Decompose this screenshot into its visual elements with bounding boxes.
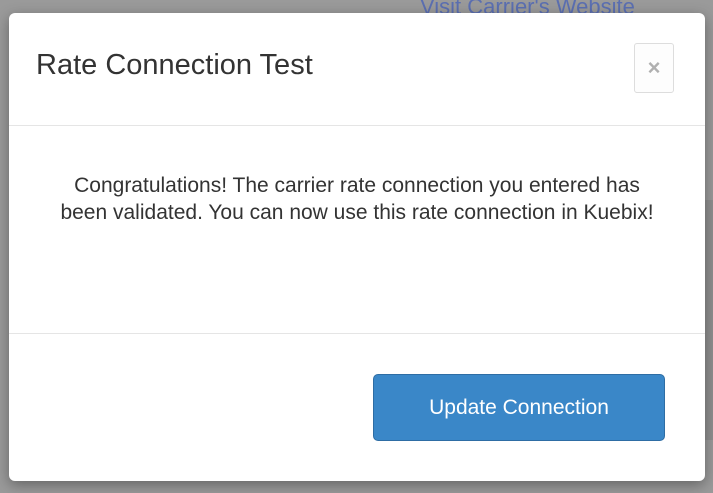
modal-title: Rate Connection Test (36, 49, 313, 81)
modal-header: Rate Connection Test × (9, 13, 705, 126)
modal-footer: Update Connection (9, 333, 705, 481)
background-content-edge (705, 200, 713, 440)
validation-message: Congratulations! The carrier rate connec… (60, 174, 654, 224)
rate-connection-test-modal: Rate Connection Test × Congratulations! … (9, 13, 705, 481)
modal-body: Congratulations! The carrier rate connec… (9, 125, 705, 333)
close-icon: × (647, 55, 661, 80)
update-connection-button[interactable]: Update Connection (373, 374, 665, 441)
close-button[interactable]: × (634, 43, 674, 93)
